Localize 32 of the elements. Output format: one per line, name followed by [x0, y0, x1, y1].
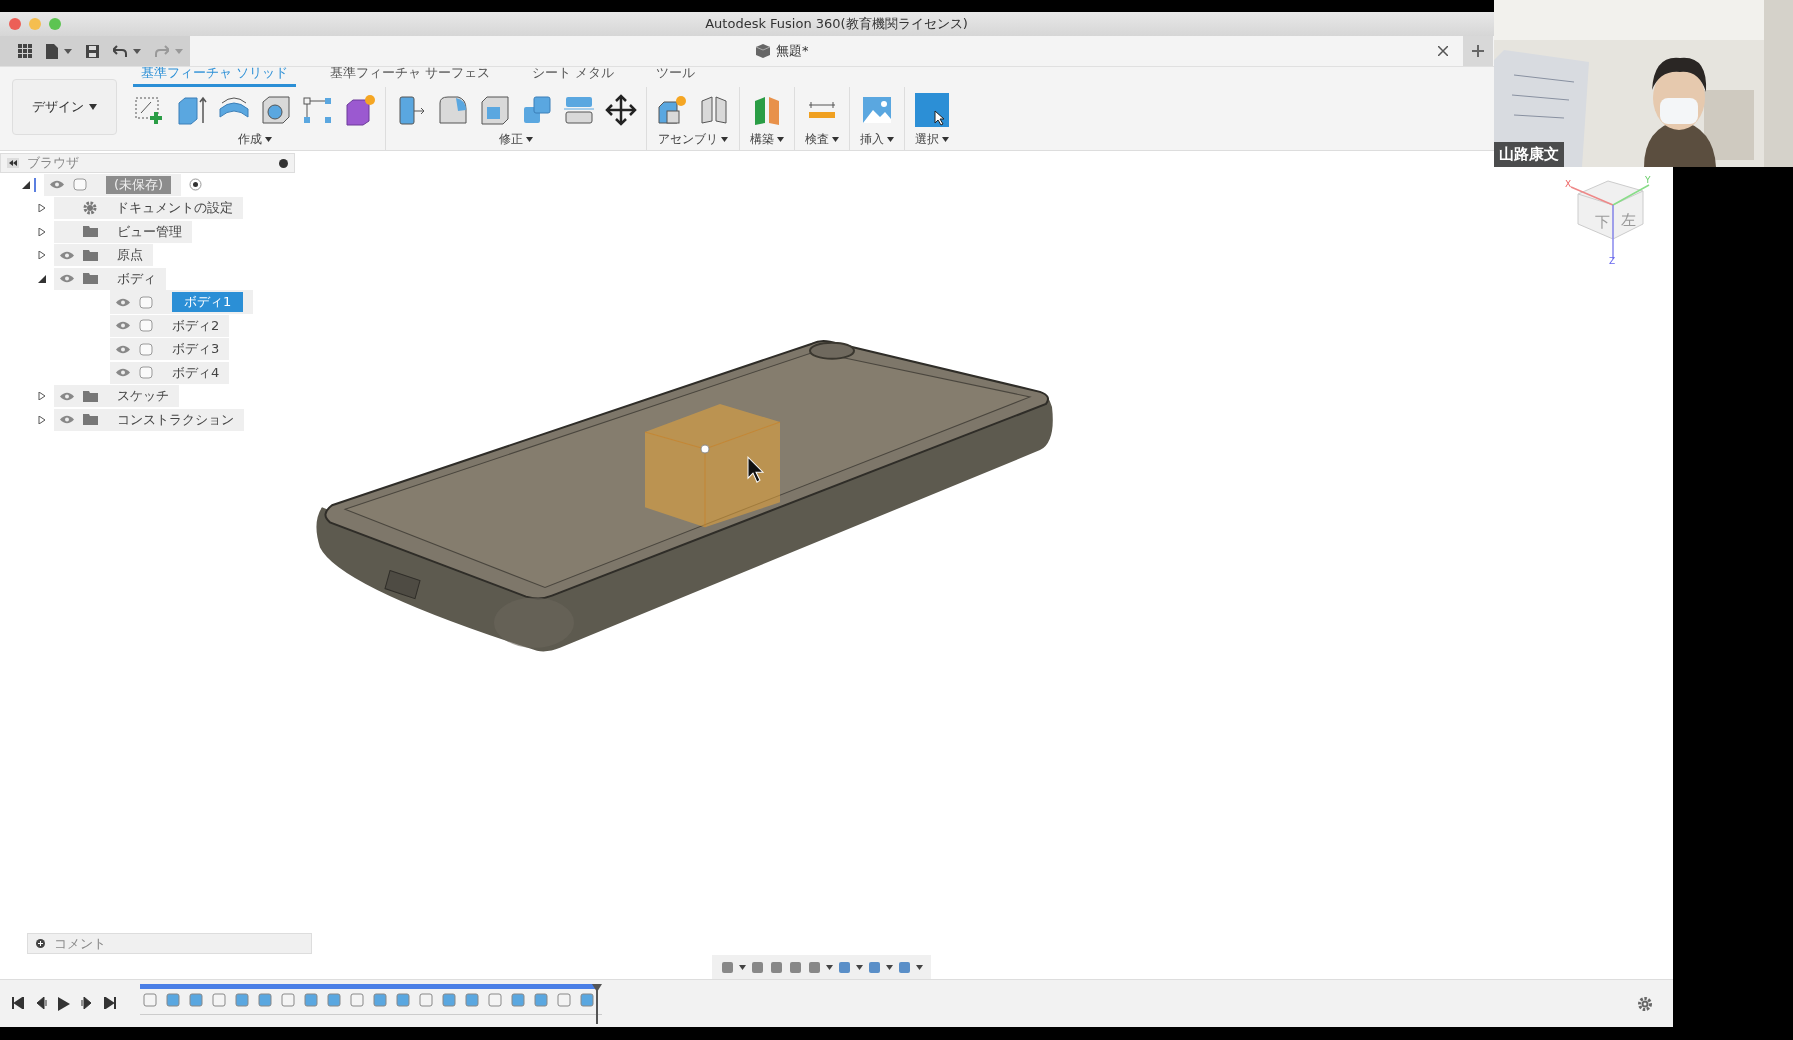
tree-item[interactable]: コンストラクション [54, 408, 244, 431]
tree-item[interactable]: ドキュメントの設定 [54, 197, 243, 220]
tree-item[interactable]: ボディ [54, 267, 166, 290]
toolbar-tab[interactable]: 基準フィーチャ サーフェス [322, 64, 499, 87]
toolbar-tab[interactable]: ツール [648, 64, 704, 87]
tree-item[interactable]: ボディ1 [110, 290, 254, 315]
view-cube-face-label: 左 [1621, 211, 1636, 229]
participant-name: 山路康文 [1494, 142, 1564, 167]
window-title: Autodesk Fusion 360(教育機関ライセンス) [705, 15, 968, 33]
tool-group-menu[interactable]: 挿入 [858, 129, 896, 150]
document-tab[interactable]: 無題* [750, 39, 815, 63]
tool-group-menu[interactable]: アセンブリ [656, 129, 730, 150]
browser-title: ブラウザ [27, 154, 79, 172]
comments-label: コメント [54, 934, 106, 953]
tree-item[interactable]: スケッチ [54, 385, 179, 408]
view-cube-face-label: 下 [1595, 213, 1610, 231]
toolbar-tab[interactable]: シート メタル [524, 64, 623, 87]
axis-label: X [1565, 179, 1572, 189]
tree-item[interactable]: ビュー管理 [54, 220, 192, 243]
document-title: 無題* [776, 42, 809, 60]
axis-label: Y [1645, 175, 1651, 185]
tree-item[interactable]: ボディ4 [110, 361, 230, 384]
tree-item[interactable]: ボディ3 [110, 338, 230, 361]
workspace-dropdown[interactable]: デザイン [12, 79, 117, 135]
tool-group-menu[interactable]: 検査 [803, 129, 841, 150]
tree-item[interactable]: ボディ2 [110, 314, 230, 337]
tool-group-menu[interactable]: 作成 [236, 129, 274, 150]
tree-item[interactable]: 原点 [54, 244, 153, 267]
tool-group-menu[interactable]: 構築 [748, 129, 786, 150]
tool-group-menu[interactable]: 修正 [497, 129, 535, 150]
axis-label: Z [1609, 256, 1616, 264]
tool-group-menu[interactable]: 選択 [913, 129, 951, 150]
